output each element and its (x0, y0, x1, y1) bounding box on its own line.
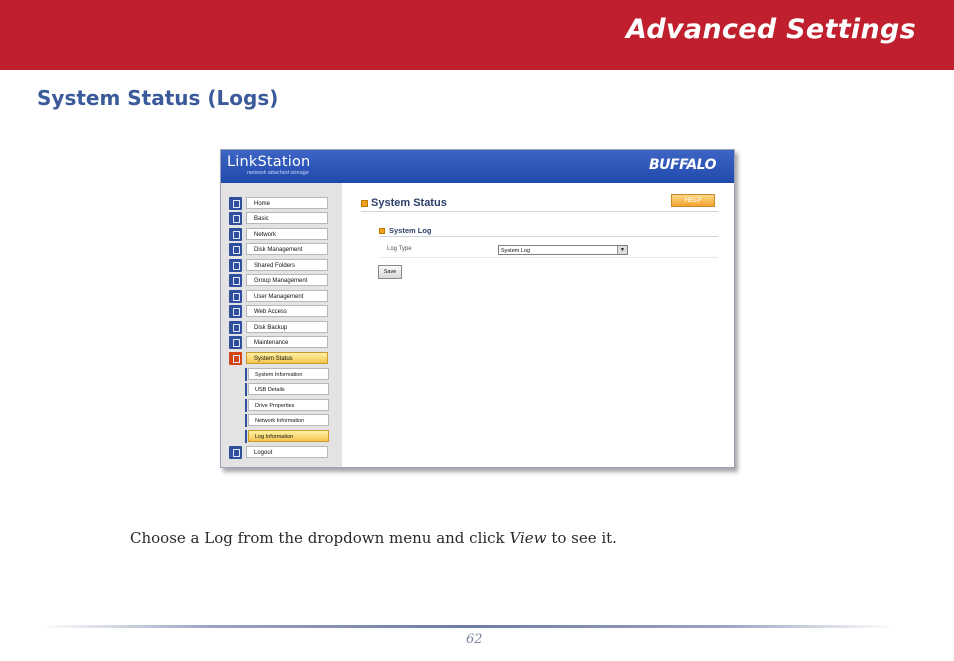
nav-item-network[interactable]: Network (229, 228, 329, 241)
nav-label: Maintenance (246, 336, 328, 348)
app-header: LinkStation network attached storage BUF… (221, 150, 734, 183)
linkstation-screenshot: LinkStation network attached storage BUF… (220, 149, 735, 468)
disk-icon (229, 243, 242, 256)
nav-label: Disk Backup (246, 321, 328, 333)
subnav-label: Log Information (248, 430, 329, 442)
log-type-label: Log Type (387, 246, 412, 252)
subnav-marker (245, 368, 247, 381)
instruction-after: to see it. (551, 529, 617, 547)
subnav-drive-properties[interactable]: Drive Properties (245, 399, 329, 412)
nav-item-maintenance[interactable]: Maintenance (229, 336, 329, 349)
page-number: 62 (466, 632, 483, 647)
subheading-bullet-icon (379, 228, 385, 234)
web-icon (229, 305, 242, 318)
nav-label: Shared Folders (246, 259, 328, 271)
basic-icon (229, 212, 242, 225)
banner-title: Advanced Settings (625, 14, 916, 45)
subnav-marker (245, 383, 247, 396)
instruction-text: Choose a Log from the dropdown menu and … (130, 529, 617, 547)
nav-label: User Management (246, 290, 328, 302)
log-type-value: System Log (501, 248, 531, 254)
subnav-network-information[interactable]: Network Information (245, 414, 329, 427)
nav-item-disk-management[interactable]: Disk Management (229, 243, 329, 256)
subnav-usb-details[interactable]: USB Details (245, 383, 329, 396)
subnav-label: USB Details (248, 383, 329, 395)
nav-item-disk-backup[interactable]: Disk Backup (229, 321, 329, 334)
group-icon (229, 274, 242, 287)
instruction-view: View (509, 529, 547, 547)
nav-item-logout[interactable]: Logout (229, 446, 329, 459)
subnav-marker (245, 414, 247, 427)
logo-subtitle: network attached storage (247, 170, 309, 176)
nav-label: Disk Management (246, 243, 328, 255)
linkstation-logo: LinkStation (227, 154, 311, 170)
nav-item-shared-folders[interactable]: Shared Folders (229, 259, 329, 272)
network-icon (229, 228, 242, 241)
log-type-select[interactable]: System Log ▼ (498, 245, 628, 255)
header-banner: Advanced Settings (0, 0, 954, 70)
subnav-log-information[interactable]: Log Information (245, 430, 329, 443)
nav-label: Network (246, 228, 328, 240)
folder-icon (229, 259, 242, 272)
nav-item-group-management[interactable]: Group Management (229, 274, 329, 287)
nav-label: Group Management (246, 274, 328, 286)
divider (379, 257, 718, 258)
footer-divider (40, 625, 895, 628)
nav-item-user-management[interactable]: User Management (229, 290, 329, 303)
nav-item-home[interactable]: Home (229, 197, 329, 210)
subnav-marker (245, 430, 247, 443)
nav-item-basic[interactable]: Basic (229, 212, 329, 225)
divider (379, 236, 718, 237)
home-icon (229, 197, 242, 210)
chevron-down-icon[interactable]: ▼ (617, 246, 627, 254)
backup-icon (229, 321, 242, 334)
buffalo-logo: BUFFALO (648, 157, 717, 173)
nav-label: System Status (246, 352, 328, 364)
nav-label: Logout (246, 446, 328, 458)
subnav-label: Network Information (248, 414, 329, 426)
nav-label: Home (246, 197, 328, 209)
section-title: System Status (Logs) (37, 86, 279, 110)
instruction-before: Choose a Log from the dropdown menu and … (130, 529, 505, 547)
subnav-label: Drive Properties (248, 399, 329, 411)
logout-icon (229, 446, 242, 459)
save-button[interactable]: Save (378, 265, 402, 279)
status-icon (229, 352, 242, 365)
subnav-system-information[interactable]: System Information (245, 368, 329, 381)
nav-item-system-status[interactable]: System Status (229, 352, 329, 365)
divider (361, 211, 718, 212)
nav-label: Web Access (246, 305, 328, 317)
sub-heading: System Log (389, 226, 432, 235)
heading-bullet-icon (361, 200, 368, 207)
maintenance-icon (229, 336, 242, 349)
sidebar: Home Basic Network Disk Management Share… (221, 183, 342, 467)
page-heading: System Status (371, 197, 447, 209)
nav-item-web-access[interactable]: Web Access (229, 305, 329, 318)
help-button[interactable]: HELP (671, 194, 715, 207)
subnav-label: System Information (248, 368, 329, 380)
nav-label: Basic (246, 212, 328, 224)
subnav-marker (245, 399, 247, 412)
user-icon (229, 290, 242, 303)
